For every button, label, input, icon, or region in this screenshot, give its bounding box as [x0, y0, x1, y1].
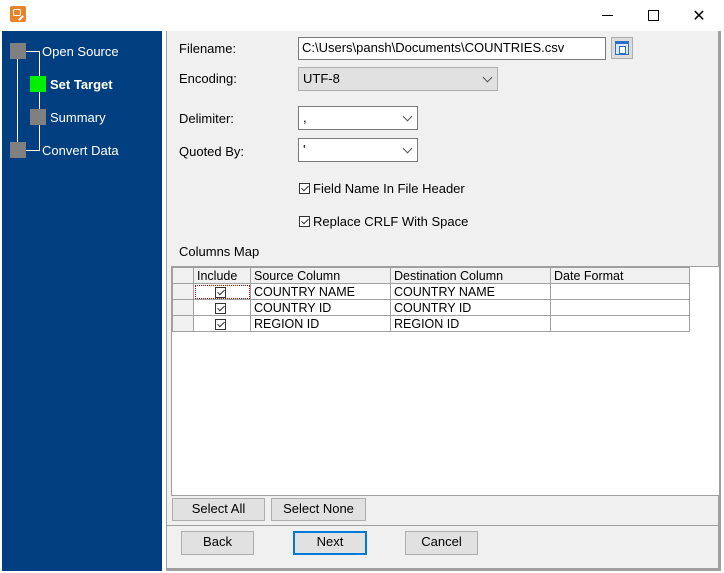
chevron-down-icon [402, 111, 413, 122]
table-row[interactable]: REGION ID REGION ID [172, 315, 690, 332]
divider [167, 525, 719, 526]
row-selector[interactable] [172, 315, 194, 332]
database-edit-icon [10, 6, 26, 22]
destination-cell[interactable]: COUNTRY ID [390, 299, 551, 316]
encoding-select[interactable]: UTF-8 [298, 67, 498, 91]
step-status-icon [30, 109, 46, 125]
step-open-source: Open Source [42, 44, 119, 59]
wizard-steps-sidebar: Open Source Set Target Summary Convert D… [2, 31, 162, 571]
checkbox-checked-icon[interactable] [215, 302, 226, 314]
quoted-by-label: Quoted By: [179, 144, 245, 159]
checkbox-checked-icon [299, 183, 310, 194]
tree-connector [26, 150, 40, 151]
close-icon: ✕ [692, 7, 706, 25]
row-header-corner [172, 267, 194, 284]
step-status-icon [10, 142, 26, 158]
destination-cell[interactable]: REGION ID [390, 315, 551, 332]
chevron-down-icon [402, 143, 413, 154]
chevron-down-icon [482, 72, 493, 83]
browse-file-button[interactable] [611, 37, 633, 59]
row-selector[interactable] [172, 299, 194, 316]
tree-connector [39, 51, 40, 151]
quoted-by-select[interactable]: ' [298, 138, 418, 162]
step-status-icon [30, 76, 46, 92]
include-cell[interactable] [193, 315, 251, 332]
filename-label: Filename: [179, 41, 237, 56]
col-header-source[interactable]: Source Column [250, 267, 391, 284]
encoding-label: Encoding: [179, 71, 237, 86]
delimiter-label: Delimiter: [179, 111, 234, 126]
close-button[interactable]: ✕ [676, 0, 722, 31]
filename-input[interactable]: C:\Users\pansh\Documents\COUNTRIES.csv [298, 37, 606, 60]
back-button[interactable]: Back [181, 531, 254, 555]
maximize-button[interactable] [630, 0, 676, 31]
tree-connector [26, 51, 40, 52]
step-convert-data: Convert Data [42, 143, 119, 158]
table-row[interactable]: COUNTRY ID COUNTRY ID [172, 299, 690, 316]
minimize-icon [601, 15, 613, 16]
field-name-header-checkbox[interactable]: Field Name In File Header [299, 181, 465, 196]
field-name-header-label: Field Name In File Header [313, 181, 465, 196]
columns-map-table: Include Source Column Destination Column… [172, 267, 690, 332]
table-row[interactable]: COUNTRY NAME COUNTRY NAME [172, 283, 690, 300]
select-all-button[interactable]: Select All [172, 498, 265, 521]
replace-crlf-label: Replace CRLF With Space [313, 214, 469, 229]
delimiter-select[interactable]: , [298, 106, 418, 130]
select-none-button[interactable]: Select None [271, 498, 366, 521]
col-header-include[interactable]: Include [193, 267, 251, 284]
col-header-date-format[interactable]: Date Format [550, 267, 690, 284]
checkbox-checked-icon [299, 216, 310, 227]
source-cell[interactable]: COUNTRY ID [250, 299, 391, 316]
date-format-cell[interactable] [550, 299, 690, 316]
columns-map-title: Columns Map [179, 244, 260, 259]
replace-crlf-checkbox[interactable]: Replace CRLF With Space [299, 214, 468, 229]
maximize-icon [647, 10, 659, 21]
encoding-value: UTF-8 [303, 71, 340, 86]
columns-map-grid[interactable]: Include Source Column Destination Column… [171, 266, 720, 496]
date-format-cell[interactable] [550, 283, 690, 300]
row-selector[interactable] [172, 283, 194, 300]
minimize-button[interactable] [584, 0, 630, 31]
title-bar: ✕ [0, 0, 724, 31]
col-header-destination[interactable]: Destination Column [390, 267, 551, 284]
delimiter-value: , [303, 110, 307, 125]
step-summary: Summary [50, 110, 106, 125]
next-button[interactable]: Next [293, 531, 367, 555]
source-cell[interactable]: REGION ID [250, 315, 391, 332]
date-format-cell[interactable] [550, 315, 690, 332]
include-cell[interactable] [193, 283, 251, 300]
quoted-by-value: ' [303, 142, 306, 157]
target-settings-panel: Filename: C:\Users\pansh\Documents\COUNT… [166, 31, 721, 571]
step-status-icon [10, 43, 26, 59]
file-icon [615, 41, 629, 55]
include-cell[interactable] [193, 299, 251, 316]
tree-connector [17, 59, 18, 151]
destination-cell[interactable]: COUNTRY NAME [390, 283, 551, 300]
cancel-button[interactable]: Cancel [405, 531, 478, 555]
grid-header-row: Include Source Column Destination Column… [172, 267, 690, 284]
step-set-target: Set Target [50, 77, 113, 92]
checkbox-checked-icon[interactable] [215, 318, 226, 330]
checkbox-checked-icon[interactable] [215, 286, 226, 298]
source-cell[interactable]: COUNTRY NAME [250, 283, 391, 300]
